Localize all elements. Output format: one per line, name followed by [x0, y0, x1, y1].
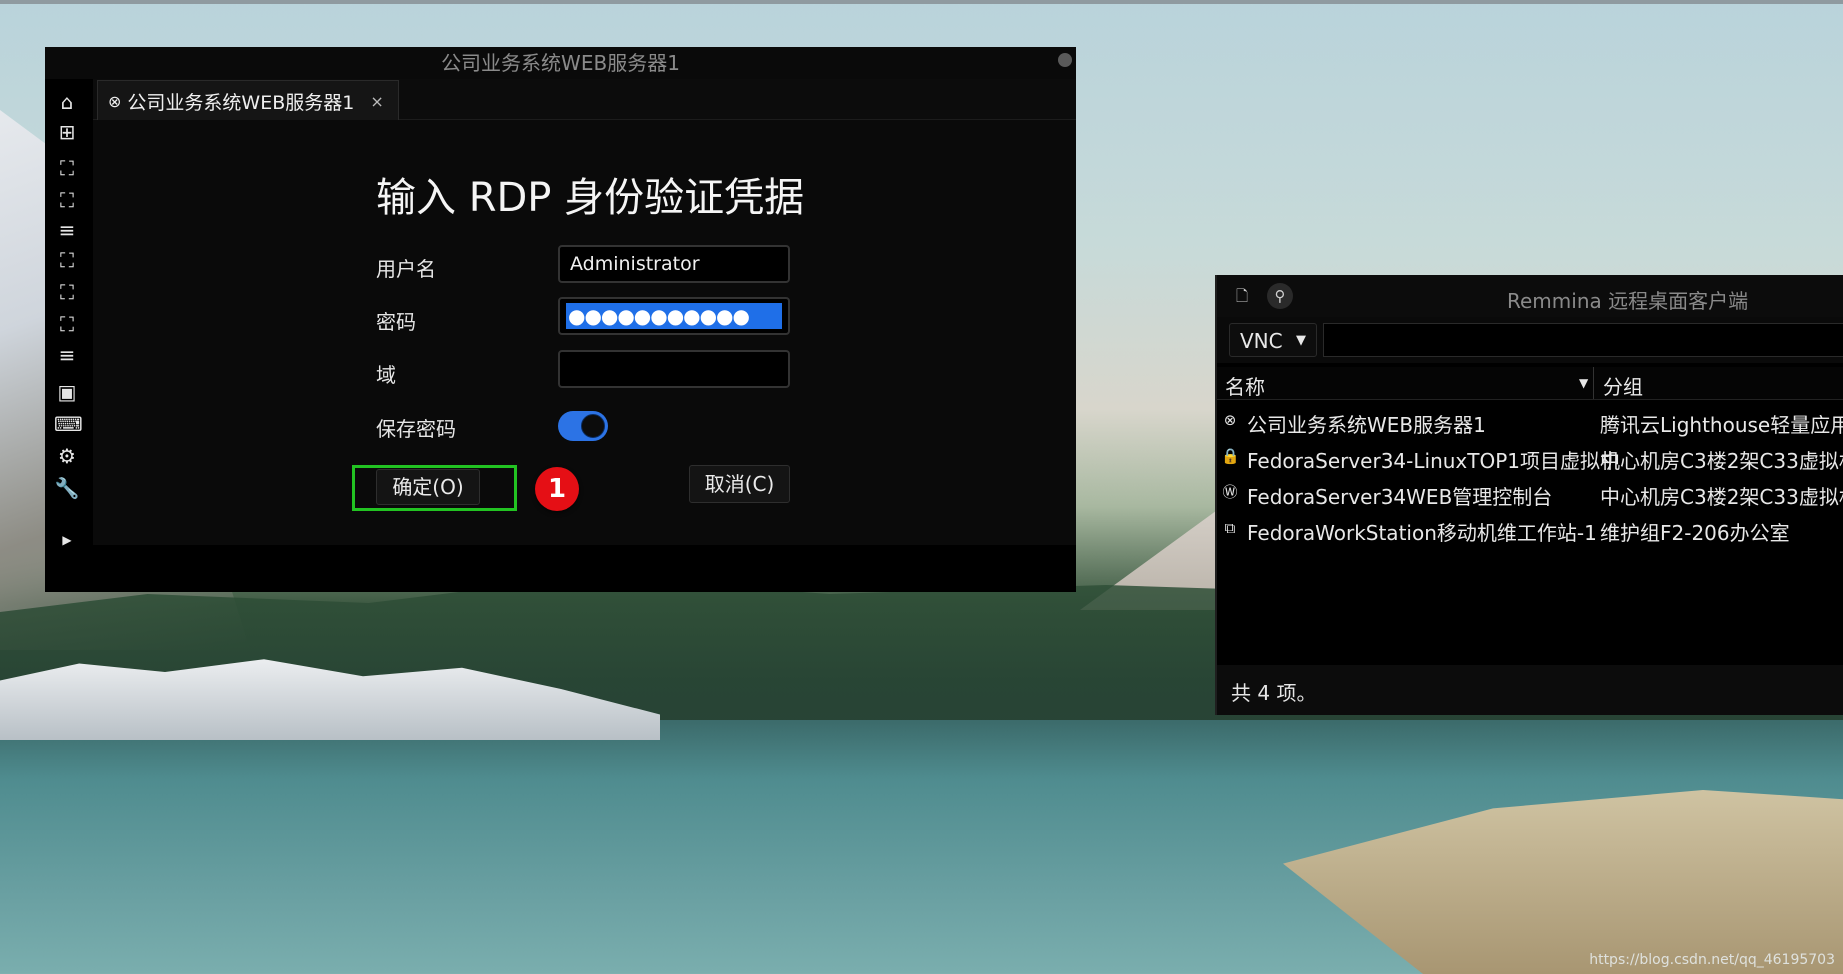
fit-window-icon[interactable]: ⛶	[54, 155, 80, 181]
chevron-down-icon: ▼	[1296, 333, 1306, 348]
connection-name: FedoraWorkStation移动机维工作站-1	[1247, 521, 1597, 545]
ssh-icon: 🔒	[1221, 447, 1240, 465]
rdp-icon: ⊗	[1223, 411, 1237, 429]
quick-connect-input[interactable]	[1323, 323, 1843, 357]
remmina-main-window: 🗋 ⚲ Remmina 远程桌面客户端 VNC ▼ 名称 ▼ 分组 ⊗ 公司业务…	[1215, 275, 1843, 715]
new-window-icon[interactable]: ⊞	[54, 119, 80, 145]
connection-name: FedoraServer34-LinuxTOP1项目虚拟机	[1247, 449, 1621, 473]
connection-group: 维护组F2-206办公室	[1600, 521, 1790, 545]
connection-name: 公司业务系统WEB服务器1	[1247, 413, 1486, 437]
toggle-knob	[581, 414, 605, 438]
dynamic-resize-icon[interactable]: ⛶	[54, 311, 80, 337]
expand-arrow-icon[interactable]: ▶	[54, 527, 80, 553]
protocol-select-value: VNC	[1240, 329, 1283, 353]
connection-group: 中心机房C3楼2架C33虚拟机	[1600, 485, 1843, 509]
watermark: https://blog.csdn.net/qq_46195703	[1589, 952, 1835, 968]
rdp-toolbar: ⌂ ⊞ ⛶ ⛶ ≡ ⛶ ⛶ ⛶ ≡ ▣ ⌨ ⚙ 🔧 ▶	[45, 79, 93, 592]
home-icon[interactable]: ⌂	[54, 89, 80, 115]
settings-icon[interactable]: ⚙	[54, 443, 80, 469]
menu-icon[interactable]: ≡	[54, 342, 80, 368]
password-label: 密码	[376, 310, 416, 334]
fullscreen-icon[interactable]: ⛶	[54, 187, 80, 213]
status-text: 共 4 项。	[1231, 681, 1317, 705]
multi-monitor-icon[interactable]: ▣	[54, 379, 80, 405]
menu-icon[interactable]: ≡	[54, 217, 80, 243]
keyboard-icon[interactable]: ⌨	[54, 411, 83, 437]
tab-connection[interactable]: ⊗ 公司业务系统WEB服务器1 ×	[97, 80, 399, 121]
domain-label: 域	[376, 363, 396, 387]
vnc-icon: ⧉	[1224, 519, 1236, 537]
column-divider[interactable]	[1593, 367, 1594, 399]
list-item[interactable]: ⧉ FedoraWorkStation移动机维工作站-1 维护组F2-206办公…	[1217, 513, 1843, 549]
tools-icon[interactable]: 🔧	[54, 475, 80, 501]
top-panel	[0, 0, 1843, 4]
list-item[interactable]: Ⓦ FedoraServer34WEB管理控制台 中心机房C3楼2架C33虚拟机	[1217, 477, 1843, 513]
search-icon[interactable]: ⚲	[1267, 283, 1293, 309]
tab-label: 公司业务系统WEB服务器1	[127, 91, 355, 114]
window-close-dot-icon[interactable]	[1058, 53, 1072, 67]
auth-dialog-title: 输入 RDP 身份验证凭据	[376, 175, 805, 221]
new-connection-icon[interactable]: 🗋	[1229, 283, 1255, 309]
rdp-protocol-icon: ⊗	[108, 91, 122, 111]
ok-button[interactable]: 确定(O)	[376, 469, 480, 505]
wallpaper-shore	[1283, 790, 1843, 974]
save-password-toggle[interactable]	[558, 411, 608, 441]
connection-group: 腾讯云Lighthouse轻量应用服	[1600, 413, 1843, 437]
remmina-title: Remmina 远程桌面客户端	[1507, 289, 1749, 313]
column-header-group[interactable]: 分组	[1603, 371, 1643, 400]
status-bar: 共 4 项。	[1217, 665, 1843, 715]
protocol-select[interactable]: VNC ▼	[1229, 323, 1317, 357]
rdp-window-titlebar[interactable]: 公司业务系统WEB服务器1	[45, 47, 1076, 79]
list-item[interactable]: ⊗ 公司业务系统WEB服务器1 腾讯云Lighthouse轻量应用服	[1217, 405, 1843, 441]
connection-group: 中心机房C3楼2架C33虚拟机	[1600, 449, 1843, 473]
scale-icon[interactable]: ⛶	[54, 279, 80, 305]
screenshot-icon[interactable]: ⛶	[54, 247, 80, 273]
save-password-label: 保存密码	[376, 417, 456, 441]
rdp-window-title: 公司业务系统WEB服务器1	[441, 51, 680, 75]
tab-close-icon[interactable]: ×	[370, 92, 383, 111]
www-icon: Ⓦ	[1222, 483, 1238, 501]
username-label: 用户名	[376, 257, 436, 281]
connection-name: FedoraServer34WEB管理控制台	[1247, 485, 1553, 509]
cancel-button[interactable]: 取消(C)	[689, 465, 790, 503]
step-badge: 1	[535, 467, 579, 511]
list-item[interactable]: 🔒 FedoraServer34-LinuxTOP1项目虚拟机 中心机房C3楼2…	[1217, 441, 1843, 477]
username-field[interactable]	[558, 245, 790, 283]
password-field[interactable]: ●●●●●●●●●●●	[558, 297, 790, 335]
domain-field[interactable]	[558, 350, 790, 388]
sort-down-icon[interactable]: ▼	[1579, 376, 1588, 390]
remmina-headerbar[interactable]: 🗋 ⚲ Remmina 远程桌面客户端	[1217, 275, 1843, 317]
connection-list-header: 名称 ▼ 分组	[1217, 367, 1843, 400]
password-mask: ●●●●●●●●●●●	[566, 303, 782, 329]
column-header-name[interactable]: 名称	[1225, 371, 1265, 400]
rdp-footer	[93, 545, 1076, 592]
